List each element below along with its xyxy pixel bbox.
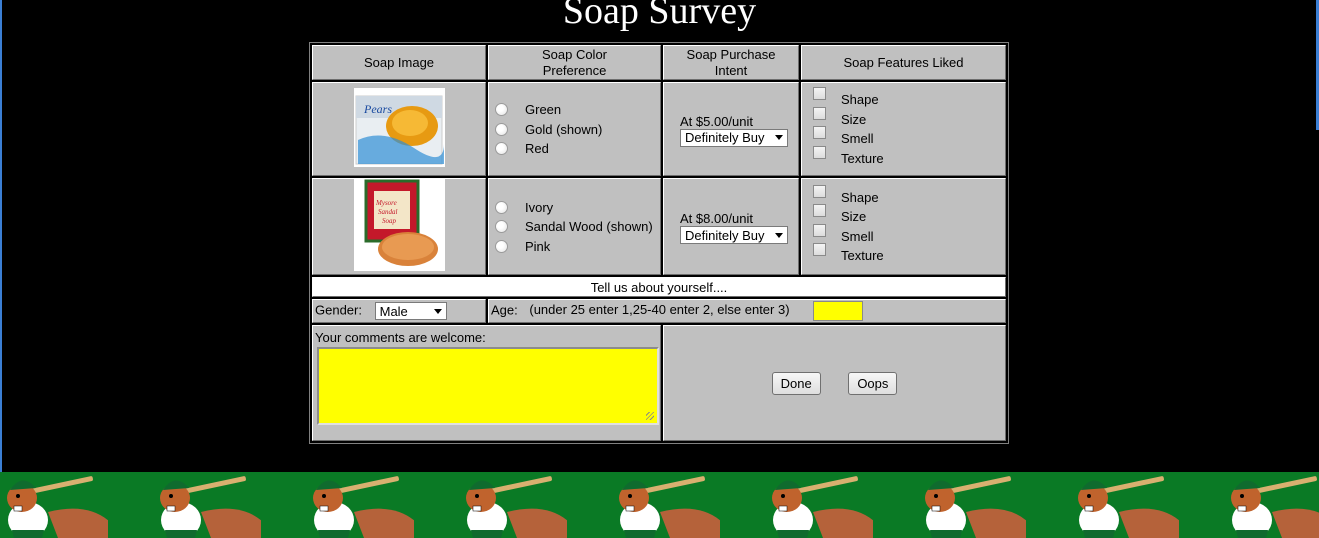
radio-button[interactable] [495,239,508,253]
color-option[interactable]: Red [495,139,660,159]
color-option[interactable]: Sandal Wood (shown) [495,217,660,237]
soap-image-cell: Mysore Sandal Soap [312,178,486,275]
about-banner: Tell us about yourself.... [312,277,1006,297]
color-options-2: Ivory Sandal Wood (shown) Pink [488,178,661,275]
page-title: Soap Survey [562,0,757,32]
gender-select[interactable]: Male [374,302,447,320]
beaver-mascot-icon [619,476,720,538]
feature-option[interactable]: Texture [810,145,1005,169]
price-label: At $8.00/unit [680,211,753,226]
radio-button[interactable] [495,220,508,233]
beaver-mascot-icon [925,476,1026,538]
resize-grip-icon[interactable] [646,412,654,420]
checkbox[interactable] [813,243,826,257]
age-hint: (under 25 enter 1,25-40 enter 2, else en… [529,302,790,318]
gender-cell: Gender: Male [312,299,486,323]
radio-button[interactable] [495,103,508,116]
checkbox[interactable] [813,126,826,140]
feature-option[interactable]: Size [810,106,1005,130]
intent-select[interactable]: Definitely Buy [680,128,788,147]
checkbox[interactable] [813,106,826,120]
color-option[interactable]: Green [495,100,660,120]
mascot-banner [0,472,1319,538]
oops-button[interactable]: Oops [848,371,898,395]
header-soap-image: Soap Image [312,45,486,80]
color-option[interactable]: Pink [495,236,660,256]
beaver-mascot-icon [1231,476,1319,538]
beaver-mascot-icon [7,476,108,538]
age-label: Age: [491,302,518,318]
beaver-mascot-icon [1078,476,1179,538]
comments-textarea[interactable] [317,347,659,425]
features-2: Shape Size Smell Texture [801,178,1006,275]
feature-option[interactable]: Texture [810,243,1005,266]
gender-label: Gender: [315,302,362,318]
feature-option[interactable]: Size [810,204,1005,227]
radio-button[interactable] [495,142,508,155]
features-1: Shape Size Smell Texture [801,82,1006,176]
pears-soap-image: Pears [353,88,445,167]
checkbox[interactable] [813,87,826,101]
header-color-preference: Soap Color Preference [488,45,661,80]
beaver-mascot-icon [772,476,873,538]
color-options-1: Green Gold (shown) Red [488,82,661,176]
header-purchase-intent: Soap Purchase Intent [663,45,799,80]
radio-button[interactable] [495,122,508,136]
soap-image-cell: Pears [312,82,486,176]
beaver-mascot-icon [313,476,414,538]
header-features-liked: Soap Features Liked [801,45,1006,80]
checkbox[interactable] [813,223,826,237]
checkbox[interactable] [813,145,826,159]
feature-option[interactable]: Shape [810,184,1005,208]
feature-option[interactable]: Smell [810,126,1005,149]
feature-option[interactable]: Shape [810,87,1005,110]
checkbox[interactable] [813,204,826,218]
color-option[interactable]: Ivory [495,197,660,217]
window-frame-left [0,0,2,538]
price-label: At $5.00/unit [680,113,753,129]
chevron-down-icon [433,308,442,314]
beaver-mascot-icon [466,476,567,538]
survey-table: Soap Image Soap Color Preference Soap Pur… [309,42,1009,444]
sandal-soap-image: Mysore Sandal Soap [353,179,445,271]
purchase-intent-1: At $5.00/unit Definitely Buy [663,82,799,176]
done-button[interactable]: Done [771,371,821,395]
svg-text:Mysore: Mysore [375,199,397,207]
feature-option[interactable]: Smell [810,223,1005,247]
svg-text:Pears: Pears [363,102,392,116]
age-cell: Age: (under 25 enter 1,25-40 enter 2, el… [488,299,1006,323]
svg-text:Soap: Soap [382,217,397,225]
age-input[interactable] [813,301,864,321]
chevron-down-icon [775,232,783,238]
color-option[interactable]: Gold (shown) [495,119,660,139]
radio-button[interactable] [495,200,508,214]
comments-cell: Your comments are welcome: [312,325,661,441]
intent-select[interactable]: Definitely Buy [680,226,788,244]
purchase-intent-2: At $8.00/unit Definitely Buy [663,178,799,275]
checkbox[interactable] [813,184,826,198]
beaver-mascot-icon [160,476,261,538]
chevron-down-icon [775,135,783,140]
buttons-cell: Done Oops [663,325,1006,441]
svg-text:Sandal: Sandal [378,208,398,216]
comments-label: Your comments are welcome: [315,330,486,345]
